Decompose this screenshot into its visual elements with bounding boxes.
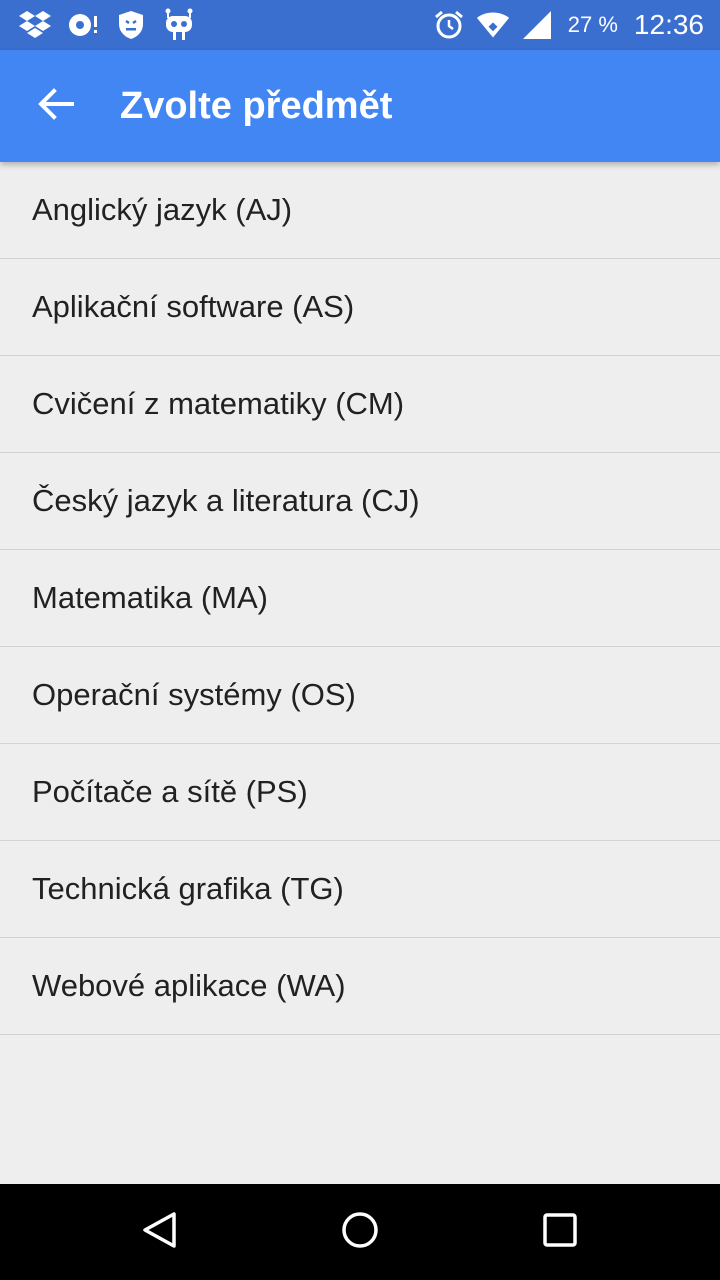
list-item[interactable]: Webové aplikace (WA) <box>0 938 720 1035</box>
dropbox-icon <box>18 8 52 42</box>
list-item[interactable]: Operační systémy (OS) <box>0 647 720 744</box>
back-button[interactable] <box>24 78 88 134</box>
status-bar: 27 % 12:36 <box>0 0 720 50</box>
notification-icons <box>18 8 196 42</box>
app-bar: Zvolte předmět <box>0 50 720 162</box>
alarm-icon <box>432 8 466 42</box>
list-item-label: Aplikační software (AS) <box>32 289 355 324</box>
list-item-label: Anglický jazyk (AJ) <box>32 192 293 227</box>
subject-list: Anglický jazyk (AJ) Aplikační software (… <box>0 162 720 1035</box>
list-item[interactable]: Počítače a sítě (PS) <box>0 744 720 841</box>
wifi-icon <box>476 8 510 42</box>
list-item-label: Webové aplikace (WA) <box>32 968 346 1003</box>
cyanogen-icon <box>162 8 196 42</box>
recents-square-icon <box>540 1210 580 1255</box>
list-item-label: Matematika (MA) <box>32 580 268 615</box>
system-status: 27 % 12:36 <box>432 8 704 42</box>
list-item-label: Český jazyk a literatura (CJ) <box>32 483 420 518</box>
home-circle-icon <box>340 1210 380 1255</box>
list-item[interactable]: Technická grafika (TG) <box>0 841 720 938</box>
list-item-label: Operační systémy (OS) <box>32 677 356 712</box>
signal-icon <box>520 8 554 42</box>
clock: 12:36 <box>633 9 704 40</box>
arrow-back-icon <box>38 87 74 125</box>
screen: 27 % 12:36 Zvolte předmět Anglický jazyk… <box>0 0 720 1280</box>
list-item[interactable]: Aplikační software (AS) <box>0 259 720 356</box>
list-item[interactable]: Anglický jazyk (AJ) <box>0 162 720 259</box>
back-triangle-icon <box>140 1210 180 1255</box>
page-title: Zvolte předmět <box>120 85 393 127</box>
nav-back-button[interactable] <box>128 1202 192 1262</box>
nav-home-button[interactable] <box>328 1202 392 1262</box>
battery-percentage: 27 % <box>567 12 618 37</box>
sync-icon <box>66 8 100 42</box>
list-item-label: Cvičení z matematiky (CM) <box>32 386 405 421</box>
shield-icon <box>114 8 148 42</box>
list-item[interactable]: Cvičení z matematiky (CM) <box>0 356 720 453</box>
list-item[interactable]: Český jazyk a literatura (CJ) <box>0 453 720 550</box>
list-item[interactable]: Matematika (MA) <box>0 550 720 647</box>
list-item-label: Počítače a sítě (PS) <box>32 774 308 809</box>
navigation-bar <box>0 1184 720 1280</box>
list-item-label: Technická grafika (TG) <box>32 871 344 906</box>
nav-recents-button[interactable] <box>528 1202 592 1262</box>
